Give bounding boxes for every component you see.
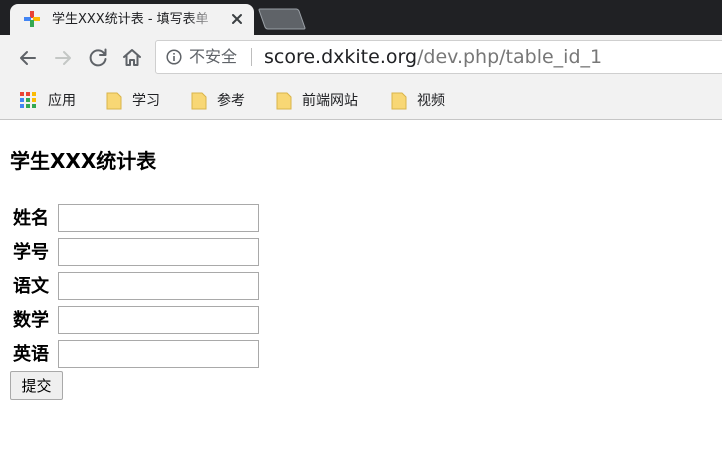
new-tab-button[interactable] [258,8,306,30]
browser-tab[interactable]: 学生XXX统计表 - 填写表单 [10,4,254,35]
bookmark-folder-reference[interactable]: 参考 [191,91,251,111]
site-favicon-icon [24,11,40,27]
folder-icon [276,92,292,110]
tab-strip: 学生XXX统计表 - 填写表单 [0,0,722,35]
apps-grid-icon [20,92,36,108]
browser-toolbar: 不安全 score.dxkite.org/dev.php/table_id_1 [0,35,722,82]
name-input[interactable] [58,204,259,232]
address-divider [251,48,252,66]
submit-button[interactable]: 提交 [10,371,63,400]
bookmark-apps[interactable]: 应用 [20,91,80,111]
field-label: 姓名 [13,208,49,229]
bookmark-label: 学习 [132,93,160,109]
folder-icon [391,92,407,110]
bookmark-folder-frontend[interactable]: 前端网站 [276,91,371,111]
close-icon[interactable] [228,10,246,28]
bookmark-label: 前端网站 [302,93,358,109]
bookmark-folder-study[interactable]: 学习 [106,91,166,111]
forward-arrow-icon[interactable] [51,46,75,70]
folder-icon [191,92,207,110]
folder-icon [106,92,122,110]
page-title: 学生XXX统计表 [10,149,157,173]
address-bar[interactable]: 不安全 score.dxkite.org/dev.php/table_id_1 [155,40,722,74]
math-score-input[interactable] [58,306,259,334]
bookmarks-bar: 应用 学习 参考 前端网站 视频 [0,82,722,120]
english-score-input[interactable] [58,340,259,368]
field-label: 学号 [13,242,49,263]
field-label: 英语 [13,344,49,365]
bookmark-label: 视频 [417,93,445,109]
chinese-score-input[interactable] [58,272,259,300]
home-icon[interactable] [120,46,144,70]
security-label[interactable]: 不安全 [189,47,237,67]
field-label: 语文 [13,276,49,297]
bookmark-label: 应用 [48,93,76,109]
back-arrow-icon[interactable] [16,46,40,70]
student-id-input[interactable] [58,238,259,266]
info-icon[interactable] [166,49,182,65]
url-path: /dev.php/table_id_1 [417,46,603,68]
url-text[interactable]: score.dxkite.org/dev.php/table_id_1 [264,46,602,68]
tab-title: 学生XXX统计表 - 填写表单 [52,12,209,27]
page-content: 学生XXX统计表 姓名 学号 语文 数学 英语 提交 [0,121,722,475]
url-host: score.dxkite.org [264,46,418,68]
reload-icon[interactable] [86,46,110,70]
bookmark-folder-video[interactable]: 视频 [391,91,451,111]
field-label: 数学 [13,310,49,331]
bookmark-label: 参考 [217,93,245,109]
